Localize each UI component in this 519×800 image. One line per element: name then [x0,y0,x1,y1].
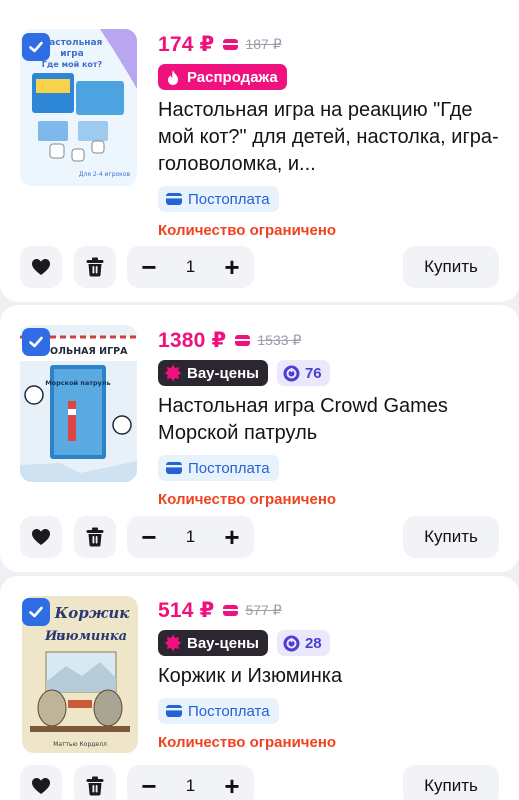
thumb-text: игра [60,49,84,59]
postpay-badge[interactable]: Постоплата [158,455,279,481]
increase-button[interactable]: + [222,524,242,550]
item-actions: − 1 + Купить [20,516,499,558]
price-row: 174 ₽ 187 ₽ [158,30,505,58]
buy-button[interactable]: Купить [403,516,499,558]
item-info: 1380 ₽ 1533 ₽ Вау-цены 76 Настольная игр… [158,326,505,508]
points-coin-icon [283,635,300,651]
item-checkbox[interactable] [22,33,50,61]
star-burst-icon [164,634,182,652]
favorite-button[interactable] [20,516,62,558]
bonus-points-badge[interactable]: 76 [276,360,330,386]
points-value: 28 [304,634,322,652]
thumb-text: Изюминка [44,629,127,644]
bonus-points-badge[interactable]: 28 [276,630,330,656]
product-title[interactable]: Коржик и Изюминка [158,663,505,690]
heart-icon [32,529,50,545]
fire-icon [164,68,182,86]
card-icon [166,193,182,205]
delete-button[interactable] [74,516,116,558]
checkmark-icon [29,606,43,618]
increase-button[interactable]: + [222,254,242,280]
item-info: 514 ₽ 577 ₽ Вау-цены 28 Коржик и Изюминк… [158,596,505,751]
price-row: 514 ₽ 577 ₽ [158,596,505,624]
cart-item-card: Настольная игра Где мой кот? Для 2-4 игр… [0,0,519,302]
item-actions: − 1 + Купить [20,246,499,288]
thumb-text: Настольная [42,38,103,48]
cart-page: Настольная игра Где мой кот? Для 2-4 игр… [0,0,519,800]
postpay-label: Постоплата [188,702,270,720]
price-row: 1380 ₽ 1533 ₽ [158,326,505,354]
checkmark-icon [29,336,43,348]
price: 174 ₽ [158,32,215,56]
trash-icon [86,527,104,547]
badges-row: Вау-цены 76 [158,360,505,386]
delete-button[interactable] [74,246,116,288]
quantity-stepper: − 1 + [127,516,254,558]
product-title[interactable]: Настольная игра на реакцию "Где мой кот?… [158,97,505,178]
points-value: 76 [304,364,322,382]
old-price: 577 ₽ [245,601,282,618]
quantity-stepper: − 1 + [127,246,254,288]
limited-stock-note: Количество ограничено [158,734,337,751]
card-icon [166,705,182,717]
limited-stock-note: Количество ограничено [158,491,337,508]
item-checkbox[interactable] [22,598,50,626]
quantity-value: 1 [185,527,196,546]
item-checkbox[interactable] [22,328,50,356]
decrease-button[interactable]: − [139,524,159,550]
badge-label: Распродажа [187,68,278,86]
favorite-button[interactable] [20,765,62,800]
cart-item-card: СТОЛЬНАЯ ИГРА Морской патруль 1380 ₽ 153… [0,305,519,572]
product-title[interactable]: Настольная игра Crowd Games Морской патр… [158,393,505,447]
old-price: 1533 ₽ [257,331,302,348]
thumb-text: Морской патруль [45,379,111,387]
postpay-label: Постоплата [188,190,270,208]
quantity-stepper: − 1 + [127,765,254,800]
sale-badge[interactable]: Распродажа [158,64,287,90]
thumb-text: Коржик [54,604,131,622]
delete-button[interactable] [74,765,116,800]
badges-row: Вау-цены 28 [158,630,505,656]
badge-label: Вау-цены [187,634,259,652]
postpay-badge[interactable]: Постоплата [158,698,279,724]
limited-stock-note: Количество ограничено [158,222,337,239]
thumb-text: СТОЛЬНАЯ ИГРА [37,346,129,357]
old-price: 187 ₽ [245,35,282,52]
increase-button[interactable]: + [222,773,242,799]
buy-button[interactable]: Купить [403,765,499,800]
heart-icon [32,259,50,275]
price: 1380 ₽ [158,328,227,352]
item-info: 174 ₽ 187 ₽ Распродажа Настольная игра н… [158,30,505,239]
checkmark-icon [29,41,43,53]
price: 514 ₽ [158,598,215,622]
badge-label: Вау-цены [187,364,259,382]
item-actions: − 1 + Купить [20,765,499,800]
trash-icon [86,776,104,796]
cart-item-card: Коржик и Изюминка Маттью Корделл 514 ₽ 5… [0,576,519,800]
thumb-text: Маттью Корделл [53,741,107,748]
favorite-button[interactable] [20,246,62,288]
decrease-button[interactable]: − [139,254,159,280]
heart-icon [32,778,50,794]
decrease-button[interactable]: − [139,773,159,799]
star-burst-icon [164,364,182,382]
thumb-text: Где мой кот? [42,60,103,69]
badges-row: Распродажа [158,64,505,90]
quantity-value: 1 [185,257,196,276]
postpay-badge[interactable]: Постоплата [158,186,279,212]
card-icon [166,462,182,474]
wallet-card-icon [223,38,239,50]
thumb-text: Для 2-4 игроков [79,171,131,178]
buy-button[interactable]: Купить [403,246,499,288]
trash-icon [86,257,104,277]
quantity-value: 1 [185,776,196,795]
wallet-card-icon [235,334,251,346]
wow-price-badge[interactable]: Вау-цены [158,630,268,656]
postpay-label: Постоплата [188,459,270,477]
wow-price-badge[interactable]: Вау-цены [158,360,268,386]
points-coin-icon [283,365,300,381]
wallet-card-icon [223,604,239,616]
